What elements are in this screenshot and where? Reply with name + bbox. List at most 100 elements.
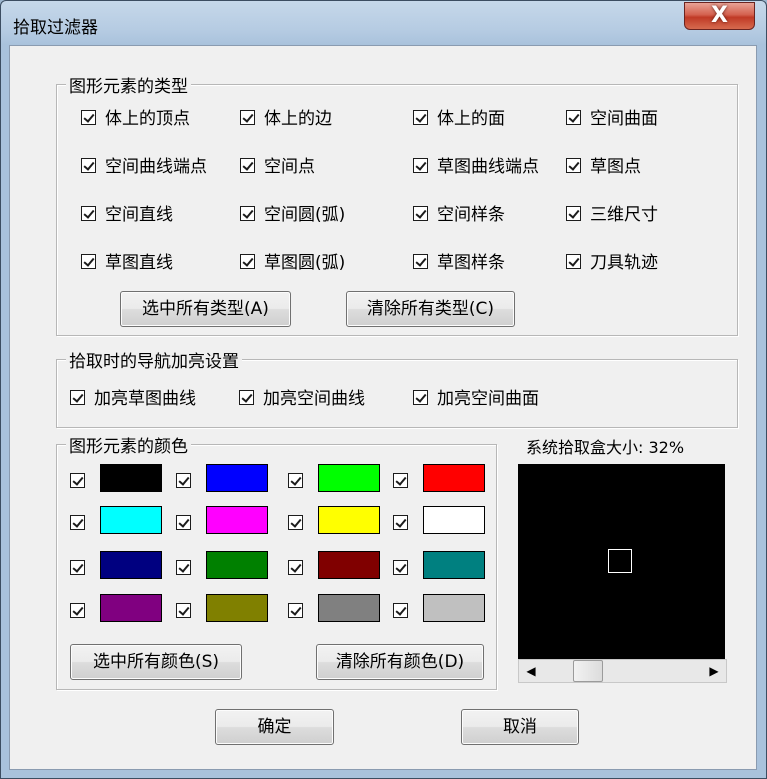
color-swatch [100, 551, 162, 579]
type-checkbox[interactable]: 草图样条 [413, 252, 505, 274]
type-checkbox[interactable]: 空间曲面 [566, 108, 658, 130]
checkbox-label: 体上的边 [264, 109, 332, 129]
clear-all-colors-button[interactable]: 清除所有颜色(D) [316, 644, 484, 680]
type-checkbox[interactable]: 草图曲线端点 [413, 156, 539, 178]
color-swatch [206, 506, 268, 534]
color-checkbox[interactable] [70, 560, 85, 575]
type-checkbox[interactable]: 体上的边 [240, 108, 332, 130]
checkbox-check-icon[interactable] [70, 389, 85, 405]
checkbox-check-icon[interactable] [413, 109, 428, 125]
scroll-thumb[interactable] [573, 660, 603, 682]
type-checkbox[interactable]: 刀具轨迹 [566, 252, 658, 274]
checkbox-check-icon[interactable] [239, 389, 254, 405]
checkbox-label: 草图圆(弧) [264, 253, 346, 273]
color-swatch [100, 506, 162, 534]
color-checkbox[interactable] [176, 473, 191, 488]
pickbox-preview [518, 464, 725, 659]
color-checkbox[interactable] [393, 603, 408, 618]
close-button[interactable]: X [684, 2, 755, 30]
select-all-types-button[interactable]: 选中所有类型(A) [120, 291, 291, 327]
checkbox-check-icon[interactable] [413, 253, 428, 269]
highlight-space-surface-checkbox[interactable]: 加亮空间曲面 [413, 388, 539, 410]
color-swatch [206, 551, 268, 579]
types-group-title: 图形元素的类型 [66, 72, 191, 97]
color-swatch [318, 594, 380, 622]
color-checkbox[interactable] [288, 473, 303, 488]
checkbox-check-icon[interactable] [413, 389, 428, 405]
scroll-left-arrow-icon[interactable]: ◀ [519, 660, 543, 682]
checkbox-check-icon[interactable] [81, 157, 96, 173]
color-swatch [206, 594, 268, 622]
type-checkbox[interactable]: 三维尺寸 [566, 204, 658, 226]
checkbox-check-icon[interactable] [566, 109, 581, 125]
color-swatch [318, 551, 380, 579]
checkbox-check-icon[interactable] [81, 205, 96, 221]
color-checkbox[interactable] [70, 515, 85, 530]
checkbox-check-icon[interactable] [413, 157, 428, 173]
color-checkbox[interactable] [393, 473, 408, 488]
pickbox-size-scrollbar[interactable]: ◀ ▶ [518, 659, 727, 683]
highlight-sketch-curve-checkbox[interactable]: 加亮草图曲线 [70, 388, 196, 410]
checkbox-check-icon[interactable] [566, 253, 581, 269]
checkbox-label: 加亮草图曲线 [94, 389, 196, 409]
checkbox-check-icon[interactable] [240, 253, 255, 269]
checkbox-check-icon[interactable] [240, 109, 255, 125]
checkbox-check-icon[interactable] [240, 157, 255, 173]
pickbox-size-value: 32% [648, 438, 685, 457]
nav-group-title: 拾取时的导航加亮设置 [66, 347, 242, 372]
color-checkbox[interactable] [288, 560, 303, 575]
checkbox-label: 体上的面 [437, 109, 505, 129]
clear-all-types-button[interactable]: 清除所有类型(C) [346, 291, 515, 327]
color-checkbox[interactable] [393, 560, 408, 575]
type-checkbox[interactable]: 空间点 [240, 156, 315, 178]
highlight-space-curve-checkbox[interactable]: 加亮空间曲线 [239, 388, 365, 410]
dialog-client-area: 图形元素的类型 体上的顶点 体上的边 体上的面 空间曲面空间曲线端点 空间点 草图曲线端点… [9, 45, 757, 770]
ok-button[interactable]: 确定 [215, 709, 334, 745]
color-swatch [423, 594, 485, 622]
color-swatch [423, 506, 485, 534]
scroll-right-arrow-icon[interactable]: ▶ [702, 660, 726, 682]
select-all-colors-button[interactable]: 选中所有颜色(S) [70, 644, 242, 680]
pickbox-size-label: 系统拾取盒大小: 32% [526, 434, 684, 458]
color-checkbox[interactable] [70, 603, 85, 618]
color-checkbox[interactable] [288, 603, 303, 618]
checkbox-label: 草图曲线端点 [437, 157, 539, 177]
checkbox-check-icon[interactable] [81, 109, 96, 125]
color-swatch [318, 464, 380, 492]
color-swatch [423, 551, 485, 579]
checkbox-label: 草图样条 [437, 253, 505, 273]
checkbox-label: 刀具轨迹 [590, 253, 658, 273]
title-bar: 拾取过滤器 X [1, 1, 766, 45]
checkbox-check-icon[interactable] [240, 205, 255, 221]
type-checkbox[interactable]: 空间圆(弧) [240, 204, 345, 226]
checkbox-check-icon[interactable] [413, 205, 428, 221]
color-checkbox[interactable] [70, 473, 85, 488]
color-checkbox[interactable] [176, 603, 191, 618]
cancel-button[interactable]: 取消 [461, 709, 579, 745]
checkbox-label: 加亮空间曲面 [437, 389, 539, 409]
color-swatch [100, 594, 162, 622]
type-checkbox[interactable]: 空间直线 [81, 204, 173, 226]
pickbox-size-text: 系统拾取盒大小: [526, 438, 644, 457]
checkbox-check-icon[interactable] [81, 253, 96, 269]
window-title: 拾取过滤器 [13, 18, 98, 38]
checkbox-label: 体上的顶点 [105, 109, 190, 129]
type-checkbox[interactable]: 体上的顶点 [81, 108, 190, 130]
checkbox-label: 草图直线 [105, 253, 173, 273]
checkbox-label: 空间样条 [437, 205, 505, 225]
color-checkbox[interactable] [176, 515, 191, 530]
type-checkbox[interactable]: 草图圆(弧) [240, 252, 345, 274]
color-checkbox[interactable] [393, 515, 408, 530]
color-checkbox[interactable] [288, 515, 303, 530]
pick-filter-dialog: 拾取过滤器 X 图形元素的类型 体上的顶点 体上的边 体上的面 空间曲面 空间曲线端点空… [0, 0, 767, 779]
checkbox-label: 空间直线 [105, 205, 173, 225]
type-checkbox[interactable]: 体上的面 [413, 108, 505, 130]
type-checkbox[interactable]: 草图点 [566, 156, 641, 178]
type-checkbox[interactable]: 空间曲线端点 [81, 156, 207, 178]
type-checkbox[interactable]: 空间样条 [413, 204, 505, 226]
color-checkbox[interactable] [176, 560, 191, 575]
type-checkbox[interactable]: 草图直线 [81, 252, 173, 274]
checkbox-check-icon[interactable] [566, 157, 581, 173]
checkbox-label: 空间曲线端点 [105, 157, 207, 177]
checkbox-check-icon[interactable] [566, 205, 581, 221]
